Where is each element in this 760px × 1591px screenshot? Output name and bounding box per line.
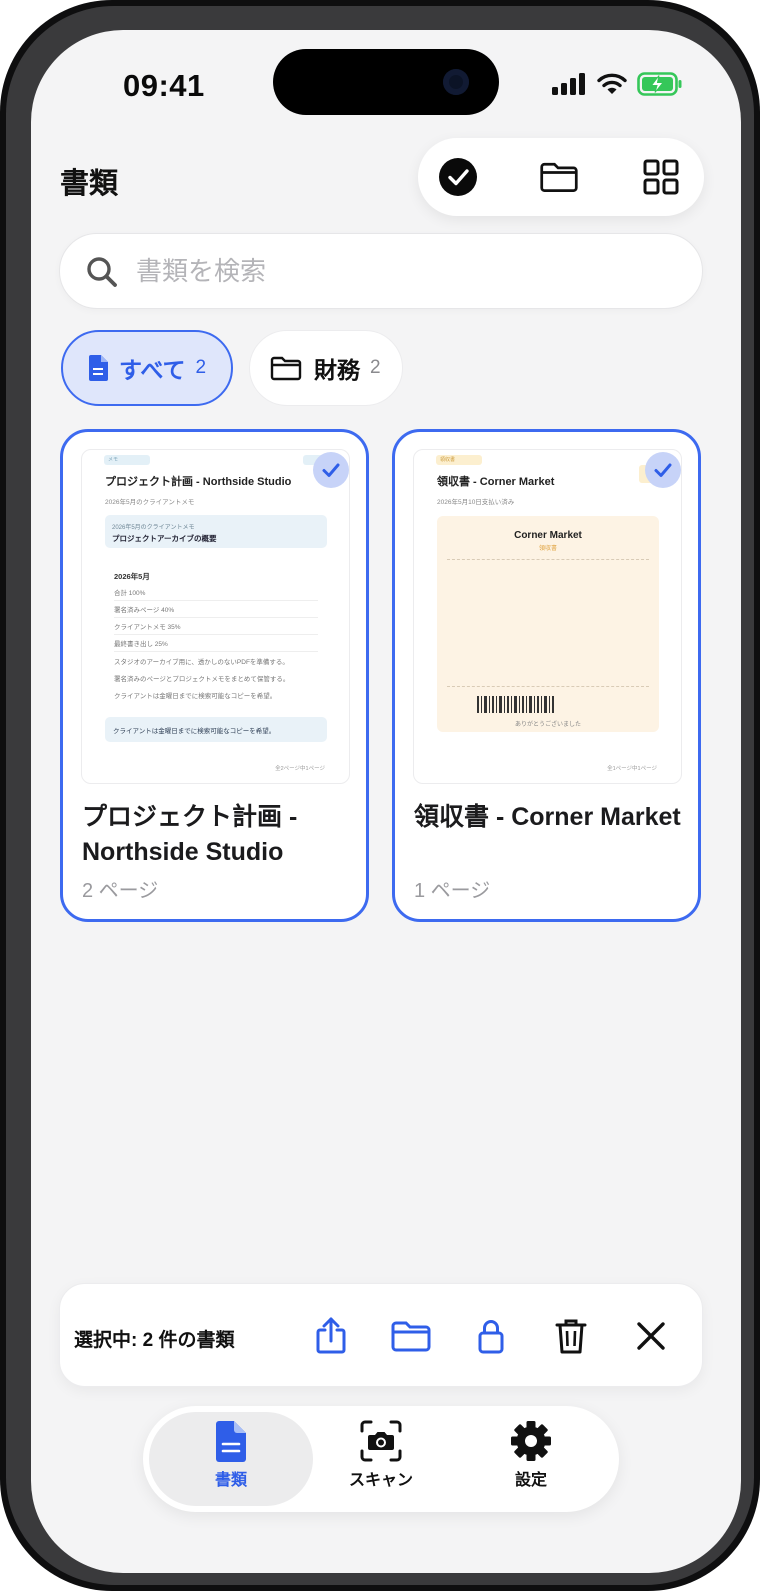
barcode-icon [477,696,554,713]
document-icon [214,1418,248,1464]
thumb-footer: 全2ページ中1ページ [275,766,325,772]
document-card[interactable]: 領収書 領収書 - Corner Market 2026年5月10日支払い済み … [392,429,701,922]
header-actions [418,138,704,216]
select-toggle-button[interactable] [438,157,478,197]
document-page-count: 1 ページ [414,880,491,902]
receipt-store: Corner Market [514,530,582,541]
share-icon [316,1317,346,1354]
filter-chip-all[interactable]: すべて 2 [61,330,233,406]
tab-label: 書類 [214,1472,247,1489]
delete-button[interactable] [551,1316,591,1356]
document-page-count: 2 ページ [82,880,159,902]
folder-icon [540,162,578,192]
thumb-row: 署名済みページ 40% [114,604,318,618]
thumb-summary-title: プロジェクトアーカイブの概要 [112,534,217,543]
receipt-thanks: ありがとうございました [514,722,581,728]
tab-label: スキャン [348,1472,413,1489]
camera-scan-icon [360,1418,402,1464]
receipt-kind: 領収書 [538,546,557,552]
page-title: 書類 [60,168,119,200]
thumb-subtitle: 2026年5月のクライアントメモ [105,499,195,506]
check-circle-icon [439,158,477,196]
grid-icon [643,159,679,195]
thumb-tag: メモ [104,455,150,465]
selection-toolbar: 選択中: 2 件の書類 [59,1283,703,1387]
receipt-paper: Corner Market 領収書 ありがとうございました [437,516,659,732]
document-card[interactable]: メモ プロジェクト計画 - Northside Studio 2026年5月のク… [60,429,369,922]
receipt-divider [447,686,649,687]
selection-count: 選択中: 2 件の書類 [74,1330,235,1351]
trash-icon [555,1319,587,1354]
tab-documents[interactable]: 書類 [171,1418,291,1502]
filter-chip-label: すべて [119,357,186,383]
thumb-footer: 全1ページ中1ページ [607,766,657,772]
move-to-folder-button[interactable] [391,1316,431,1356]
selected-badge[interactable] [645,452,681,488]
thumb-subtitle: 2026年5月10日支払い済み [437,499,515,506]
search-icon [86,256,118,293]
grid-view-button[interactable] [641,157,681,197]
share-button[interactable] [311,1316,351,1356]
checkmark-icon [322,463,340,477]
close-icon [637,1322,665,1350]
tab-bar: 書類 スキャン 設定 [143,1406,619,1512]
thumb-title: 領収書 - Corner Market [437,476,555,488]
document-thumbnail: メモ プロジェクト計画 - Northside Studio 2026年5月のク… [81,449,350,784]
dynamic-island [273,49,499,115]
thumb-row: 最終書き出し 25% [114,638,318,652]
folder-icon [270,355,302,381]
thumb-summary-box: 2026年5月のクライアントメモ プロジェクトアーカイブの概要 [105,515,327,548]
wifi-icon [597,72,627,101]
thumb-title: プロジェクト計画 - Northside Studio [105,476,292,488]
filter-chip-label: 財務 [314,357,360,383]
search-input[interactable] [136,248,676,294]
front-camera [443,69,469,95]
tab-label: 設定 [514,1472,547,1489]
document-name: プロジェクト計画 - Northside Studio [82,803,298,866]
thumb-row: 合計 100% [114,587,318,601]
document-name: 領収書 - Corner Market [414,803,681,831]
filter-chip-finance[interactable]: 財務 2 [249,330,403,406]
thumb-line: クライアントは金曜日までに検索可能なコピーを希望。 [114,693,277,700]
thumb-summary-label: 2026年5月のクライアントメモ [112,525,195,531]
selected-badge[interactable] [313,452,349,488]
document-thumbnail: 領収書 領収書 - Corner Market 2026年5月10日支払い済み … [413,449,682,784]
thumb-heading: 2026年5月 [114,572,150,581]
signal-icon [551,72,587,101]
document-icon [87,354,109,382]
thumb-line: 署名済みのページとプロジェクトメモをまとめて保管する。 [114,676,290,683]
filter-chip-count: 2 [195,357,207,378]
lock-icon [478,1320,504,1354]
phone-bezel: 09:41 書類 書類を検索 すべて 2 財務 2 メモ プロジェクト計画 - … [6,6,754,1585]
folder-icon [391,1321,431,1352]
lock-button[interactable] [471,1316,511,1356]
search-bar[interactable] [59,233,703,309]
tab-scan[interactable]: スキャン [321,1418,441,1502]
folders-button[interactable] [539,157,579,197]
phone-frame: 09:41 書類 書類を検索 すべて 2 財務 2 メモ プロジェクト計画 - … [0,0,760,1591]
receipt-divider [447,559,649,560]
screen: 09:41 書類 書類を検索 すべて 2 財務 2 メモ プロジェクト計画 - … [31,30,741,1573]
close-selection-button[interactable] [631,1316,671,1356]
battery-icon [637,72,683,101]
thumb-note: クライアントは金曜日までに検索可能なコピーを希望。 [105,717,327,742]
filter-chip-count: 2 [370,357,381,378]
thumb-tag: 領収書 [436,455,482,465]
status-time: 09:41 [123,68,205,103]
checkmark-icon [654,463,672,477]
tab-settings[interactable]: 設定 [471,1418,591,1502]
thumb-row: クライアントメモ 35% [114,621,318,635]
status-icons [551,72,683,101]
thumb-line: スタジオのアーカイブ用に、透かしのないPDFを準備する。 [114,659,289,666]
gear-icon [510,1418,552,1464]
